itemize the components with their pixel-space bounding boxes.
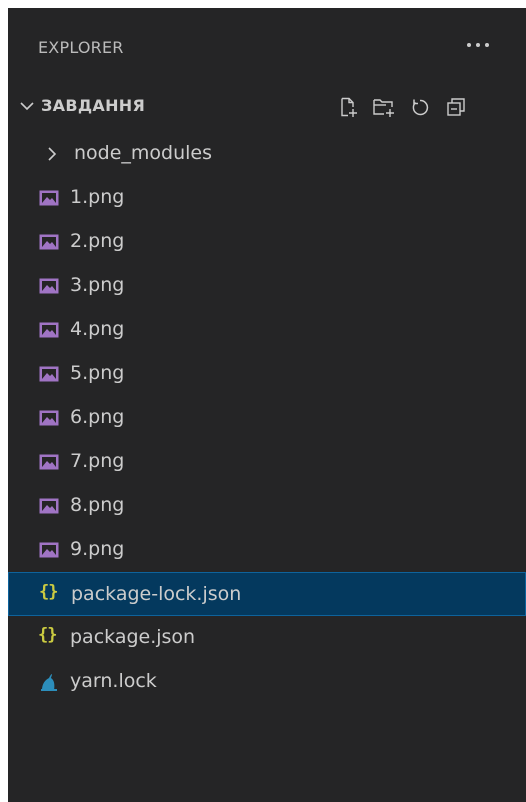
tree-item-file[interactable]: yarn.lock <box>8 660 526 704</box>
image-file-icon <box>39 542 59 558</box>
tree-item-label: 1.png <box>70 186 125 208</box>
tree-item-file[interactable]: 4.png <box>8 308 526 352</box>
tree-item-file[interactable]: 7.png <box>8 440 526 484</box>
tree-item-label: yarn.lock <box>70 670 157 692</box>
tree-item-file[interactable]: 1.png <box>8 176 526 220</box>
tree-item-label: 4.png <box>70 318 125 340</box>
tree-item-label: package-lock.json <box>71 583 242 605</box>
image-file-icon <box>39 234 59 250</box>
image-file-icon <box>39 498 59 514</box>
image-file-icon <box>39 410 59 426</box>
file-tree: node_modules 1.png 2.png 3.png 4.png 5.p… <box>8 132 526 704</box>
ellipsis-icon <box>467 43 471 47</box>
ellipsis-icon-dot <box>485 43 489 47</box>
chevron-right-icon <box>48 147 57 161</box>
tree-item-file[interactable]: 2.png <box>8 220 526 264</box>
tree-item-file[interactable]: 6.png <box>8 396 526 440</box>
tree-item-file-selected[interactable]: {} package-lock.json <box>8 572 526 616</box>
json-file-icon: {} <box>38 625 58 645</box>
workspace-section-header[interactable]: ЗАВДАННЯ <box>8 88 526 124</box>
tree-item-file[interactable]: 8.png <box>8 484 526 528</box>
image-file-icon <box>39 322 59 338</box>
workspace-title: ЗАВДАННЯ <box>41 96 146 115</box>
tree-item-label: 7.png <box>70 450 125 472</box>
section-actions <box>334 94 470 120</box>
new-file-icon <box>341 97 357 117</box>
tree-item-label: 9.png <box>70 538 125 560</box>
image-file-icon <box>39 454 59 470</box>
refresh-button[interactable] <box>406 94 434 120</box>
tree-item-file[interactable]: 5.png <box>8 352 526 396</box>
tree-item-label: 6.png <box>70 406 125 428</box>
tree-item-label: package.json <box>70 626 196 648</box>
image-file-icon <box>39 278 59 294</box>
tree-item-label: 8.png <box>70 494 125 516</box>
explorer-panel: EXPLORER ЗАВДАННЯ node_modules 1.png 2.p… <box>8 8 526 802</box>
collapse-all-icon <box>447 98 465 116</box>
tree-item-label: 5.png <box>70 362 125 384</box>
chevron-down-icon <box>20 102 34 111</box>
more-actions-button[interactable] <box>458 30 498 60</box>
yarn-file-icon <box>41 674 57 691</box>
tree-item-label: node_modules <box>74 142 213 164</box>
new-folder-icon <box>373 99 394 117</box>
image-file-icon <box>39 366 59 382</box>
new-file-button[interactable] <box>334 94 362 120</box>
json-file-icon: {} <box>39 582 59 602</box>
tree-item-node-modules[interactable]: node_modules <box>8 132 526 176</box>
tree-item-label: 3.png <box>70 274 125 296</box>
ellipsis-icon-dot <box>476 43 480 47</box>
tree-item-label: 2.png <box>70 230 125 252</box>
image-file-icon <box>39 190 59 206</box>
collapse-all-button[interactable] <box>442 94 470 120</box>
explorer-header: EXPLORER <box>8 30 526 66</box>
refresh-icon <box>412 99 429 116</box>
tree-item-file[interactable]: 9.png <box>8 528 526 572</box>
tree-item-file[interactable]: 3.png <box>8 264 526 308</box>
tree-item-file[interactable]: {} package.json <box>8 616 526 660</box>
explorer-title: EXPLORER <box>38 38 124 57</box>
new-folder-button[interactable] <box>370 94 398 120</box>
